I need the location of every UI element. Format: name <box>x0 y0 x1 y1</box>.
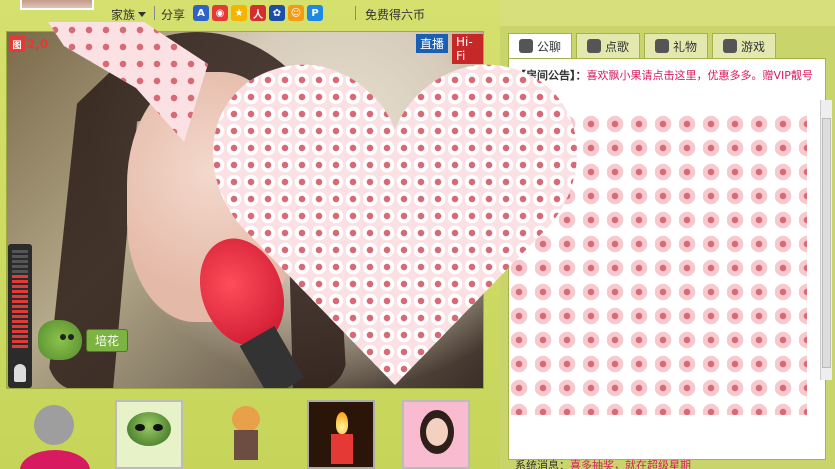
viewer-count: 2,0 <box>27 37 49 51</box>
renren-icon[interactable]: 人 <box>250 5 266 21</box>
family-label: 家族 <box>111 8 136 22</box>
share-label: 分享 <box>161 8 186 22</box>
kaixin-icon[interactable]: ☺ <box>288 5 304 21</box>
tab-label: 点歌 <box>605 39 630 54</box>
divider <box>355 6 356 20</box>
chevron-down-icon <box>138 12 147 17</box>
tab-label: 公聊 <box>537 39 562 54</box>
avatar-head <box>34 405 74 445</box>
tab-public-chat[interactable]: 公聊 <box>508 33 573 58</box>
watering-can-icon <box>38 320 82 360</box>
qzone-icon[interactable]: ★ <box>231 5 247 21</box>
anchor-avatar[interactable] <box>20 0 94 10</box>
system-label: 系统消息： <box>515 459 570 469</box>
viewer-counter: 图 2,0 <box>9 36 48 52</box>
user-avatar-alien[interactable] <box>115 400 183 469</box>
user-list <box>0 392 500 469</box>
user-avatar-candle[interactable] <box>307 400 375 469</box>
candle-icon <box>331 434 353 464</box>
microphone-icon[interactable] <box>14 364 26 382</box>
peihua-button[interactable]: 培花 <box>86 328 129 352</box>
microphone-icon <box>587 39 602 53</box>
system-message: 系统消息：喜多抽奖，就在超级星期 <box>515 457 691 469</box>
paw-icon[interactable]: ✿ <box>269 5 285 21</box>
alien-icon <box>127 412 171 446</box>
user-avatar-cartoon[interactable] <box>222 400 290 469</box>
tab-games[interactable]: 游戏 <box>712 33 777 58</box>
right-top-strip <box>500 0 835 26</box>
photo-face <box>426 418 448 446</box>
user-avatar-photo[interactable] <box>402 400 470 469</box>
baidu-icon[interactable]: A <box>193 5 209 21</box>
user-avatar-default[interactable] <box>20 400 90 469</box>
volume-meter[interactable] <box>8 244 32 388</box>
viewer-icon: 图 <box>9 36 25 52</box>
tab-label: 礼物 <box>673 39 698 54</box>
candle-flame-icon <box>336 412 348 434</box>
live-badge: 直播 <box>416 34 449 53</box>
avatar-body <box>20 450 90 469</box>
chat-scrollbar[interactable] <box>820 100 832 380</box>
free-coin-link[interactable]: 免费得六币 <box>365 6 425 23</box>
share-icons: A ◉ ★ 人 ✿ ☺ P <box>193 5 323 21</box>
divider <box>154 6 155 20</box>
chat-icon <box>519 39 533 53</box>
scrollbar-thumb[interactable] <box>822 118 831 368</box>
gift-icon <box>655 39 670 53</box>
tab-song-request[interactable]: 点歌 <box>576 33 641 58</box>
peihua-widget[interactable]: 培花 <box>38 320 129 360</box>
system-text[interactable]: 喜多抽奖，就在超级星期 <box>570 459 691 469</box>
family-dropdown[interactable]: 家族 <box>111 6 147 23</box>
gamepad-icon <box>723 39 738 53</box>
pengyou-icon[interactable]: P <box>307 5 323 21</box>
announcement-text[interactable]: 喜欢飘小果请点击这里，优惠多多。赠VIP靓号 <box>587 69 813 82</box>
weibo-icon[interactable]: ◉ <box>212 5 228 21</box>
cartoon-head <box>232 406 260 432</box>
volume-bars <box>12 250 28 358</box>
hifi-badge[interactable]: Hi-Fi <box>452 34 483 64</box>
cartoon-body <box>234 430 258 460</box>
chat-tabs: 公聊 点歌 礼物 游戏 <box>508 33 777 58</box>
right-panel: 公聊 点歌 礼物 游戏 【房间公告】：喜欢飘小果请点击这里，优惠多多。赠VIP靓… <box>500 0 835 469</box>
room-announcement[interactable]: 【房间公告】：喜欢飘小果请点击这里，优惠多多。赠VIP靓号 <box>515 67 821 84</box>
tab-gifts[interactable]: 礼物 <box>644 33 709 58</box>
tab-label: 游戏 <box>741 39 766 54</box>
